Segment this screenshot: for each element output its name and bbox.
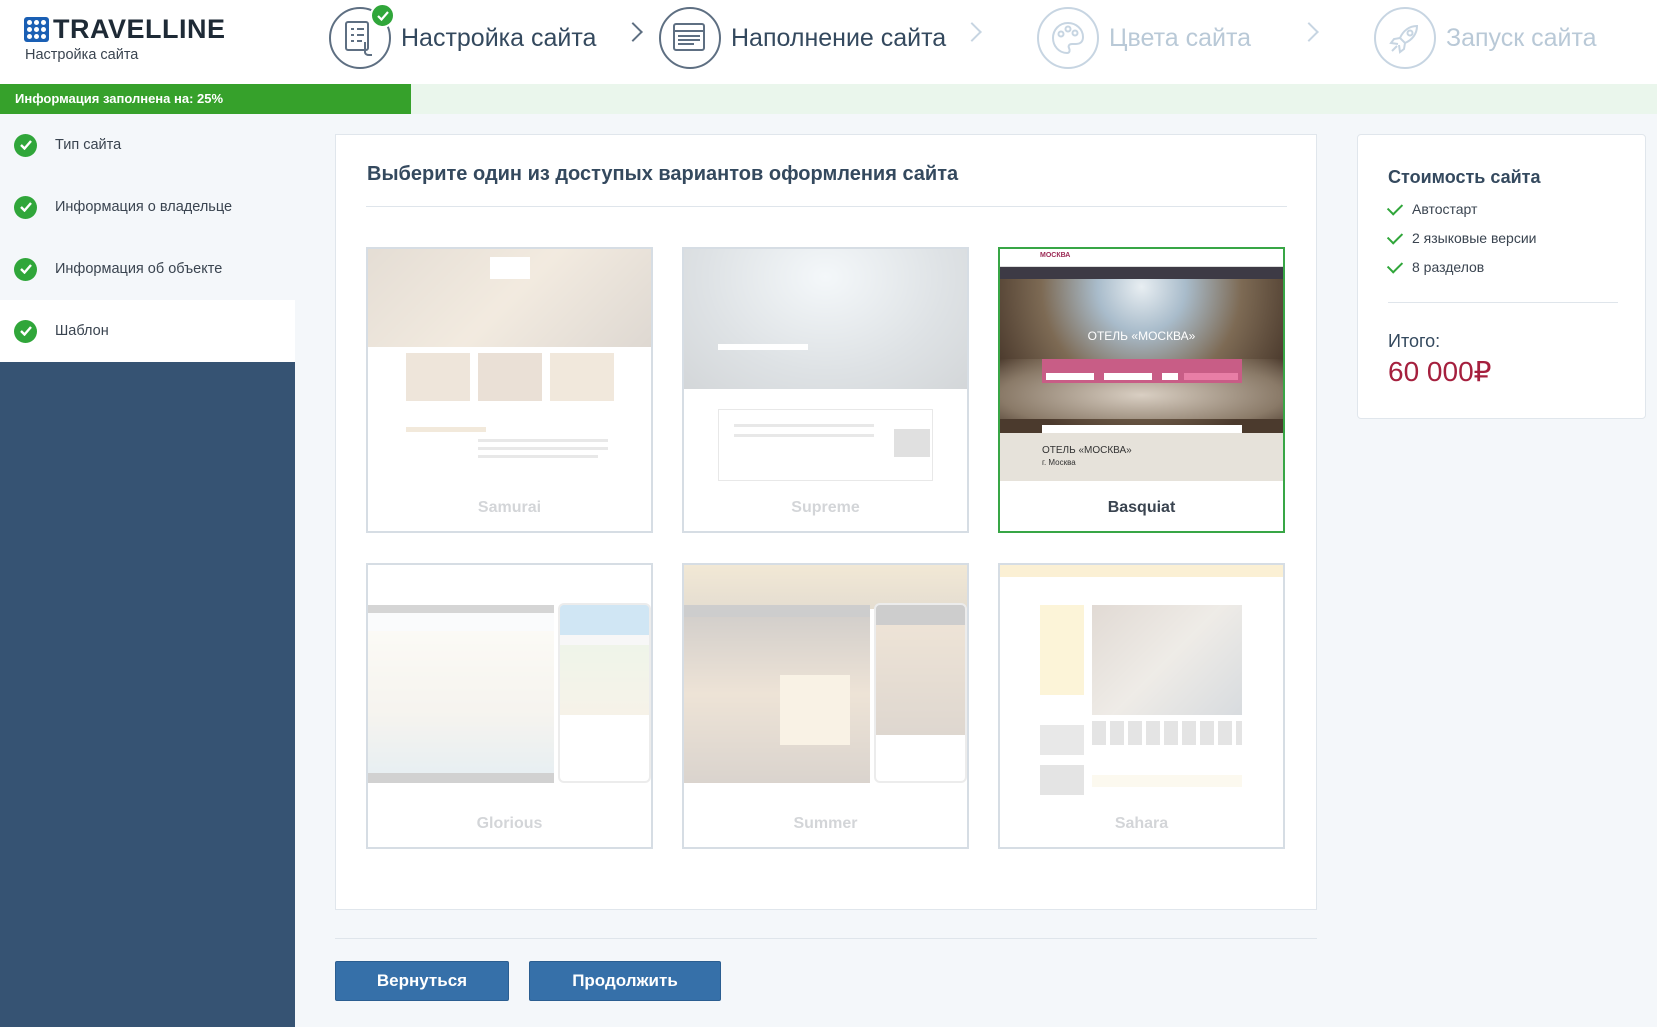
- header-subtitle: Настройка сайта: [25, 47, 139, 63]
- browser-page-icon: [659, 7, 721, 69]
- step-site-launch[interactable]: Запуск сайта: [1374, 5, 1597, 71]
- checklist-icon: [329, 3, 395, 69]
- template-card-sahara[interactable]: Sahara: [998, 563, 1285, 849]
- sidebar-item-owner-info[interactable]: Информация о владельце: [0, 176, 295, 238]
- total-price: 60 000₽: [1388, 356, 1492, 387]
- step-label: Цвета сайта: [1109, 23, 1252, 52]
- template-preview-image: МОСКВА ОТЕЛЬ «МОСКВА» ОТЕЛЬ «МОСКВА» г. …: [1000, 249, 1283, 481]
- summary-feature: 8 разделов: [1386, 256, 1485, 275]
- divider: [335, 938, 1317, 939]
- chevron-right-icon: [1299, 22, 1319, 42]
- header: TRAVELLINE Настройка сайта Настройка сай…: [0, 0, 1657, 84]
- rocket-icon: [1374, 7, 1436, 69]
- preview-caption-city: г. Москва: [1042, 458, 1076, 467]
- sidebar-item-label: Тип сайта: [55, 137, 122, 153]
- summary-feature: 2 языковые версии: [1386, 227, 1537, 246]
- chevron-right-icon: [962, 22, 982, 42]
- sidebar-item-site-type[interactable]: Тип сайта: [0, 114, 295, 176]
- step-label: Настройка сайта: [401, 23, 597, 52]
- template-preview-image: [368, 249, 651, 481]
- checkmark-icon: [1386, 198, 1404, 216]
- template-name: Glorious: [476, 815, 543, 832]
- sidebar-item-template[interactable]: Шаблон: [0, 300, 295, 362]
- template-preview-image: [684, 249, 967, 481]
- template-name: Summer: [793, 815, 858, 832]
- step-site-colors[interactable]: Цвета сайта: [1037, 5, 1251, 71]
- total-label: Итого:: [1388, 331, 1441, 351]
- price-summary-card: Стоимость сайта Автостарт 2 языковые вер…: [1357, 134, 1646, 419]
- feature-label: 8 разделов: [1412, 259, 1485, 275]
- template-name: Sahara: [1114, 815, 1169, 832]
- continue-button[interactable]: Продолжить: [529, 961, 721, 1001]
- template-card-summer[interactable]: Summer: [682, 563, 969, 849]
- page-title: Выберите один из доступых вариантов офор…: [367, 163, 959, 185]
- preview-hero-title: ОТЕЛЬ «МОСКВА»: [1087, 329, 1196, 343]
- checkmark-icon: [1386, 227, 1404, 245]
- check-circle-icon: [14, 133, 37, 157]
- template-preview-image: [684, 565, 967, 797]
- divider: [366, 206, 1287, 207]
- template-name: Basquiat: [1107, 499, 1176, 516]
- template-panel: Выберите один из доступых вариантов офор…: [335, 134, 1317, 910]
- checkmark-icon: [1386, 256, 1404, 274]
- check-circle-icon: [14, 319, 37, 343]
- summary-title: Стоимость сайта: [1388, 167, 1541, 187]
- step-site-content[interactable]: Наполнение сайта: [659, 5, 946, 71]
- sidebar-item-label: Шаблон: [55, 323, 109, 339]
- step-site-setup[interactable]: Настройка сайта: [329, 3, 597, 71]
- template-card-supreme[interactable]: Supreme: [682, 247, 969, 533]
- check-circle-icon: [14, 195, 37, 219]
- feature-label: Автостарт: [1412, 201, 1478, 217]
- progress-bar: Информация заполнена на: 25%: [0, 84, 1657, 114]
- preview-logo: МОСКВА: [1040, 252, 1071, 259]
- sidebar-item-label: Информация об объекте: [55, 261, 223, 277]
- preview-caption-title: ОТЕЛЬ «МОСКВА»: [1042, 445, 1132, 456]
- brand-name: TRAVELLINE: [53, 14, 226, 44]
- sidebar-item-label: Информация о владельце: [55, 199, 233, 215]
- progress-label: Информация заполнена на: 25%: [0, 84, 411, 114]
- step-label: Запуск сайта: [1446, 23, 1597, 52]
- summary-feature: Автостарт: [1386, 198, 1478, 217]
- template-name: Samurai: [477, 499, 542, 516]
- template-preview-image: [1000, 565, 1283, 797]
- sidebar: Тип сайта Информация о владельце Информа…: [0, 114, 295, 1027]
- palette-icon: [1037, 7, 1099, 69]
- logo-icon: [24, 17, 49, 42]
- template-card-glorious[interactable]: Glorious: [366, 563, 653, 849]
- template-card-samurai[interactable]: Samurai: [366, 247, 653, 533]
- step-done-check-icon: [370, 3, 395, 28]
- brand-logo[interactable]: TRAVELLINE: [24, 14, 226, 45]
- back-button[interactable]: Вернуться: [335, 961, 509, 1001]
- sidebar-item-property-info[interactable]: Информация об объекте: [0, 238, 295, 300]
- template-card-basquiat[interactable]: МОСКВА ОТЕЛЬ «МОСКВА» ОТЕЛЬ «МОСКВА» г. …: [998, 247, 1285, 533]
- chevron-right-icon: [623, 22, 643, 42]
- feature-label: 2 языковые версии: [1412, 230, 1537, 246]
- template-preview-image: [368, 565, 651, 797]
- check-circle-icon: [14, 257, 37, 281]
- step-label: Наполнение сайта: [731, 23, 947, 52]
- template-name: Supreme: [791, 499, 860, 516]
- divider: [1388, 302, 1618, 303]
